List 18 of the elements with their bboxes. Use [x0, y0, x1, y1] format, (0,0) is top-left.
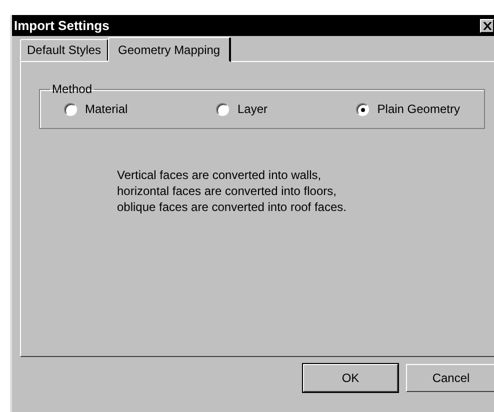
window-title: Import Settings — [14, 18, 110, 33]
radio-option[interactable]: Plain Geometry — [356, 102, 460, 116]
group-label: Method — [51, 82, 94, 96]
description-text: Vertical faces are converted into walls, horizontal faces are converted into floors, oblique faces are converted into roof faces. — [117, 167, 348, 215]
radio-label: Layer — [237, 102, 268, 116]
radio-button[interactable] — [216, 102, 230, 116]
radio-option[interactable]: Material — [64, 102, 128, 116]
tab[interactable]: Geometry Mapping — [108, 37, 232, 62]
radio-label: Material — [85, 102, 128, 116]
tab[interactable]: Default Styles — [20, 39, 108, 61]
close-icon — [482, 22, 492, 30]
radio-button[interactable] — [64, 102, 77, 116]
radio-label: Plain Geometry — [377, 102, 460, 116]
dialog-button[interactable]: Cancel — [406, 364, 494, 392]
dialog-button[interactable]: OK — [303, 364, 398, 392]
close-button[interactable] — [480, 18, 494, 32]
radio-button[interactable] — [356, 102, 370, 116]
radio-option[interactable]: Layer — [216, 102, 268, 116]
